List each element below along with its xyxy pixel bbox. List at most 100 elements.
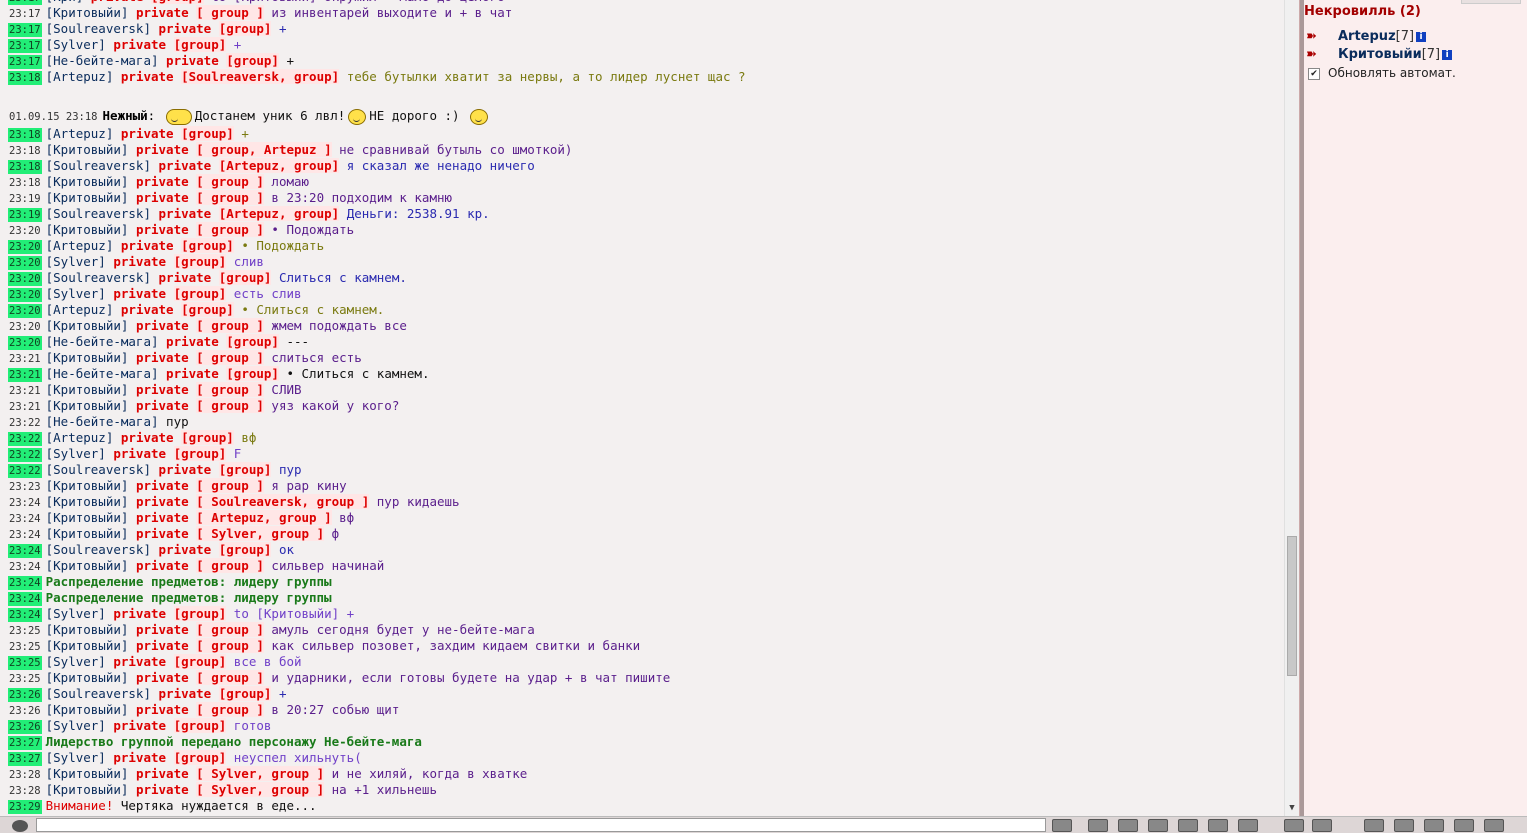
- toolbar-icon[interactable]: [1364, 819, 1384, 832]
- sender-nick[interactable]: Sylver: [53, 718, 98, 733]
- sender-nick[interactable]: Не-бейте-мага: [53, 53, 151, 68]
- sender-nick[interactable]: Критовыйи: [53, 494, 121, 509]
- sender-nick[interactable]: Критовыйи: [53, 766, 121, 781]
- recipients[interactable]: [group]: [173, 446, 227, 461]
- toolbar-icon[interactable]: [1052, 819, 1072, 832]
- private-tag[interactable]: private: [166, 53, 219, 68]
- announcer-name[interactable]: Нежный: [103, 108, 148, 123]
- auto-update-checkbox[interactable]: ✔: [1308, 67, 1320, 80]
- private-tag[interactable]: private: [136, 558, 189, 573]
- private-tag[interactable]: private: [136, 670, 189, 685]
- private-tag[interactable]: private: [166, 334, 219, 349]
- toolbar-icon[interactable]: [1118, 819, 1138, 832]
- sender-nick[interactable]: Soulreaversk: [53, 158, 143, 173]
- recipients[interactable]: [Artepuz, group]: [218, 206, 340, 221]
- recipients[interactable]: [ group ]: [196, 558, 264, 573]
- recipients[interactable]: [ group ]: [196, 478, 264, 493]
- recipients[interactable]: [ Soulreaversk, group ]: [196, 494, 370, 509]
- sender-nick[interactable]: Критовыйи: [53, 702, 121, 717]
- private-tag[interactable]: private: [136, 382, 189, 397]
- private-tag[interactable]: private: [113, 750, 166, 765]
- recipients[interactable]: [group]: [181, 126, 234, 141]
- recipients[interactable]: [group]: [151, 0, 204, 4]
- private-tag[interactable]: private: [136, 174, 189, 189]
- sender-nick[interactable]: Sylver: [53, 654, 98, 669]
- recipients[interactable]: [group]: [181, 302, 234, 317]
- private-tag[interactable]: private: [159, 21, 212, 36]
- sender-nick[interactable]: Artepuz: [53, 69, 106, 84]
- toolbar-icon[interactable]: [1148, 819, 1168, 832]
- recipients[interactable]: [group]: [173, 654, 227, 669]
- toolbar-icon[interactable]: [1424, 819, 1444, 832]
- private-tag[interactable]: private: [136, 478, 189, 493]
- private-tag[interactable]: private: [136, 766, 189, 781]
- sender-nick[interactable]: Кри: [53, 0, 76, 4]
- private-tag[interactable]: private: [113, 718, 166, 733]
- sender-nick[interactable]: Не-бейте-мага: [53, 334, 151, 349]
- private-tag[interactable]: private: [136, 142, 189, 157]
- private-tag[interactable]: private: [159, 158, 212, 173]
- private-tag[interactable]: private: [136, 350, 189, 365]
- sender-nick[interactable]: Критовыйи: [53, 382, 121, 397]
- private-tag[interactable]: private: [166, 366, 219, 381]
- private-tag[interactable]: private: [159, 686, 212, 701]
- private-tag[interactable]: private: [121, 430, 174, 445]
- private-tag[interactable]: private: [136, 318, 189, 333]
- sender-nick[interactable]: Критовыйи: [53, 510, 121, 525]
- recipients[interactable]: [ group ]: [196, 5, 264, 20]
- toolbar-icon[interactable]: [1312, 819, 1332, 832]
- member-name[interactable]: Artepuz: [1338, 29, 1396, 44]
- recipients[interactable]: [Soulreaversk, group]: [181, 69, 340, 84]
- recipients[interactable]: [group]: [226, 53, 279, 68]
- info-icon[interactable]: i: [1442, 49, 1453, 60]
- toolbar-icon[interactable]: [1284, 819, 1304, 832]
- toolbar-icon[interactable]: [1178, 819, 1198, 832]
- recipients[interactable]: [group]: [218, 686, 272, 701]
- scroll-thumb[interactable]: [1287, 536, 1297, 676]
- recipients[interactable]: [ Artepuz, group ]: [196, 510, 332, 525]
- sender-nick[interactable]: Критовыйи: [53, 782, 121, 797]
- recipients[interactable]: [group]: [218, 270, 272, 285]
- sender-nick[interactable]: Artepuz: [53, 238, 106, 253]
- recipients[interactable]: [ group ]: [196, 702, 264, 717]
- private-tag[interactable]: private: [159, 462, 212, 477]
- sender-nick[interactable]: Критовыйи: [53, 5, 121, 20]
- private-tag[interactable]: private: [136, 622, 189, 637]
- recipients[interactable]: [group]: [218, 462, 272, 477]
- recipients[interactable]: [group]: [218, 21, 272, 36]
- sender-nick[interactable]: Artepuz: [53, 126, 106, 141]
- sender-nick[interactable]: Критовыйи: [53, 526, 121, 541]
- sender-nick[interactable]: Artepuz: [53, 302, 106, 317]
- sender-nick[interactable]: Soulreaversk: [53, 686, 143, 701]
- sender-nick[interactable]: Sylver: [53, 750, 98, 765]
- recipients[interactable]: [group]: [226, 366, 279, 381]
- chat-scrollbar[interactable]: ▼: [1284, 0, 1299, 816]
- recipients[interactable]: [group]: [173, 286, 227, 301]
- sender-nick[interactable]: Критовыйи: [53, 478, 121, 493]
- private-tag[interactable]: private: [136, 190, 189, 205]
- private-tag[interactable]: private: [159, 542, 212, 557]
- sender-nick[interactable]: Критовыйи: [53, 670, 121, 685]
- menu-icon[interactable]: [12, 820, 28, 832]
- private-tag[interactable]: private: [121, 302, 174, 317]
- sender-nick[interactable]: Критовыйи: [53, 638, 121, 653]
- toolbar-icon[interactable]: [1454, 819, 1474, 832]
- private-tag[interactable]: private: [113, 606, 166, 621]
- member-row[interactable]: ➽ Критовыйи[7] i: [1306, 47, 1453, 63]
- recipients[interactable]: [group]: [181, 238, 234, 253]
- sender-nick[interactable]: Критовыйи: [53, 558, 121, 573]
- info-icon[interactable]: i: [1416, 31, 1427, 42]
- recipients[interactable]: [ group ]: [196, 318, 264, 333]
- sender-nick[interactable]: Критовыйи: [53, 398, 121, 413]
- toolbar-icon[interactable]: [1088, 819, 1108, 832]
- toolbar-icon[interactable]: [1208, 819, 1228, 832]
- private-tag[interactable]: private: [91, 0, 144, 4]
- sender-nick[interactable]: Критовыйи: [53, 350, 121, 365]
- recipients[interactable]: [group]: [173, 37, 227, 52]
- toolbar-icon[interactable]: [1394, 819, 1414, 832]
- private-tag[interactable]: private: [136, 5, 189, 20]
- recipients[interactable]: [ group ]: [196, 190, 264, 205]
- sender-nick[interactable]: Artepuz: [53, 430, 106, 445]
- sender-nick[interactable]: Soulreaversk: [53, 462, 143, 477]
- private-tag[interactable]: private: [121, 126, 174, 141]
